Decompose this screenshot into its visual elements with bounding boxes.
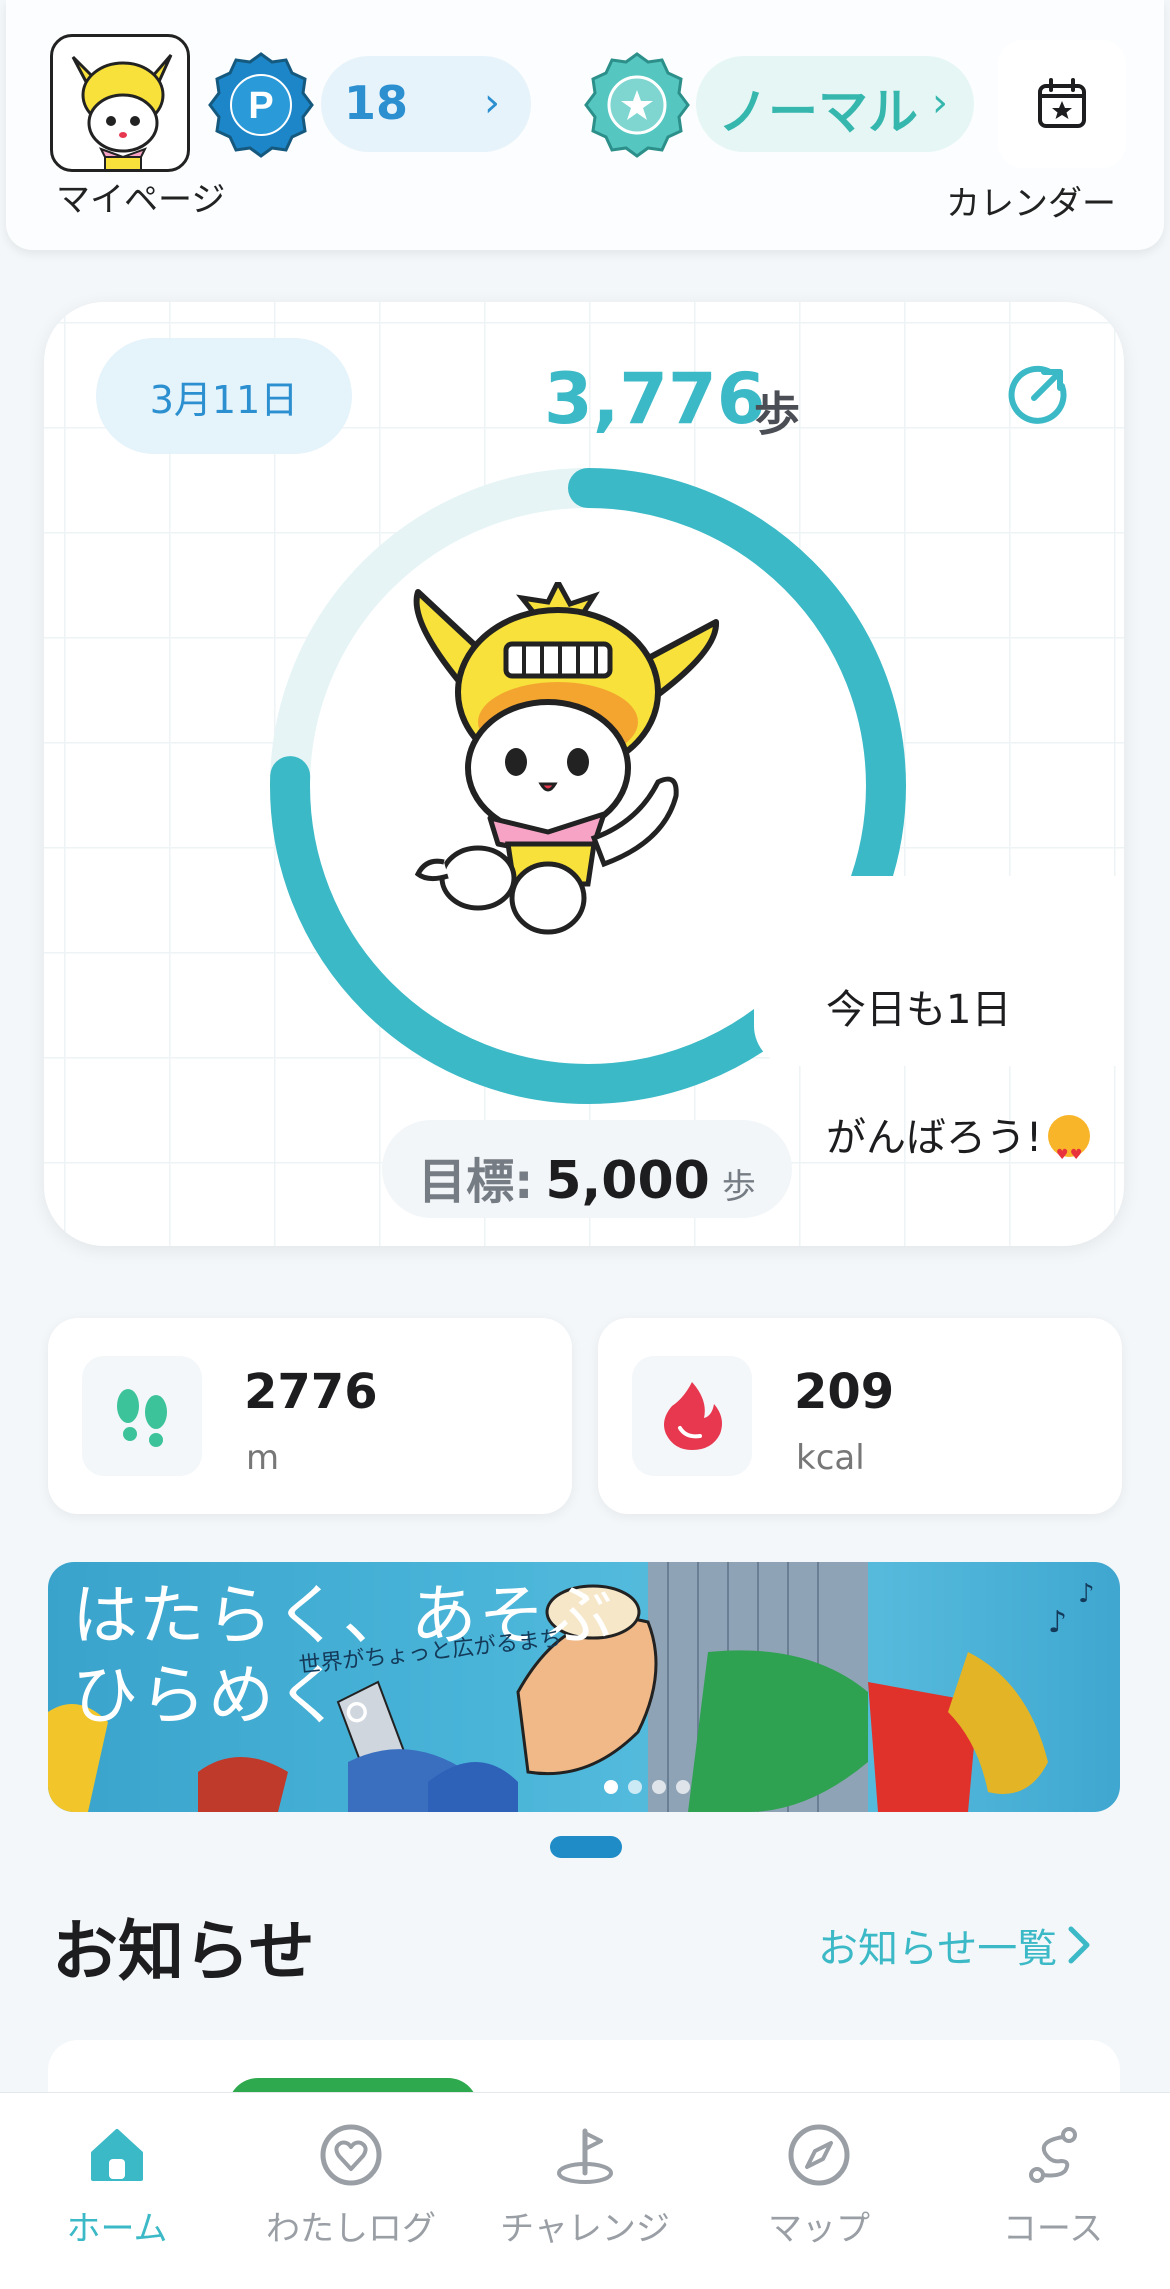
nav-course-label: コース [1002, 2209, 1104, 2249]
calories-value: 209 [794, 1364, 895, 1420]
svg-text:♪: ♪ [1048, 1605, 1067, 1640]
speech-bubble: 今日も1日 がんばろう! [754, 876, 1124, 1187]
chevron-right-icon [1068, 1926, 1090, 1964]
compass-icon [788, 2124, 850, 2186]
steps-unit: 歩 [754, 387, 800, 441]
nav-map-label: マップ [768, 2209, 870, 2249]
distance-value: 2776 [244, 1364, 378, 1420]
calories-unit: kcal [796, 1438, 865, 1478]
nav-mylog[interactable]: わたしログ [234, 2093, 468, 2289]
rank-badge-icon[interactable] [582, 50, 692, 164]
mypage-avatar[interactable] [50, 34, 190, 172]
svg-text:♪: ♪ [1078, 1579, 1095, 1609]
news-list-link-label: お知らせ一覧 [818, 1926, 1058, 1972]
carousel-indicator[interactable] [550, 1836, 622, 1858]
bubble-line-1: 今日も1日 [826, 987, 1012, 1033]
points-value[interactable]: 18 [344, 76, 408, 130]
footprints-icon [82, 1356, 202, 1476]
points-chevron-icon[interactable]: › [484, 80, 500, 126]
nav-challenge[interactable]: チャレンジ [468, 2093, 702, 2289]
route-icon [1029, 2127, 1077, 2183]
mascot-illustration [413, 582, 720, 935]
flame-icon [632, 1356, 752, 1476]
distance-card: 2776 m [48, 1318, 572, 1514]
goal-pill: 目標: 5,000 歩 [382, 1120, 792, 1218]
heart-circle-icon [320, 2124, 382, 2186]
nav-home-label: ホーム [66, 2209, 168, 2249]
mypage-label[interactable]: マイページ [56, 172, 225, 221]
heart-eyes-emoji-icon [1048, 1115, 1091, 1187]
goal-label: 目標: [418, 1154, 534, 1210]
nav-mylog-label: わたしログ [266, 2209, 436, 2249]
goal-unit: 歩 [721, 1167, 756, 1207]
flag-icon [557, 2128, 613, 2184]
goal-value: 5,000 [545, 1151, 710, 1211]
points-badge-letter: P [248, 85, 273, 127]
nav-home[interactable]: ホーム [0, 2093, 234, 2289]
steps-count: 3,776 [544, 358, 766, 440]
bubble-line-2: がんばろう! [826, 1115, 1043, 1161]
nav-course[interactable]: コース [936, 2093, 1170, 2289]
bottom-navigation: ホーム わたしログ チャレンジ マップ コース [0, 2092, 1170, 2289]
calories-card: 209 kcal [598, 1318, 1122, 1514]
mascot-avatar-icon [71, 54, 173, 169]
top-header: マイページ P 18 › ノーマル › カレンダー [6, 0, 1164, 250]
news-heading: お知らせ [52, 1913, 315, 1990]
nav-challenge-label: チャレンジ [500, 2209, 670, 2249]
nav-map[interactable]: マップ [702, 2093, 936, 2289]
calendar-icon [1038, 78, 1086, 128]
rank-chevron-icon[interactable]: › [932, 80, 948, 126]
date-pill[interactable]: 3月11日 [96, 338, 352, 454]
home-icon [91, 2129, 143, 2181]
distance-unit: m [246, 1438, 280, 1478]
promo-banner[interactable]: ♪ ♪ はたらく、あそぶ ひらめく。 世界がちょっと広がるまち [48, 1562, 1120, 1812]
rank-label[interactable]: ノーマル [718, 72, 918, 144]
banner-dots [604, 1780, 690, 1794]
calendar-button[interactable] [998, 40, 1126, 168]
points-badge-icon[interactable]: P [206, 50, 316, 164]
external-link-icon[interactable] [1004, 364, 1068, 432]
calendar-label[interactable]: カレンダー [946, 176, 1116, 225]
step-summary-card: 3月11日 3,776 歩 今日も1日 がんばろう!♥ ♥ 目標: 5,000 … [44, 302, 1124, 1246]
news-list-link[interactable]: お知らせ一覧 [818, 1916, 1093, 1974]
